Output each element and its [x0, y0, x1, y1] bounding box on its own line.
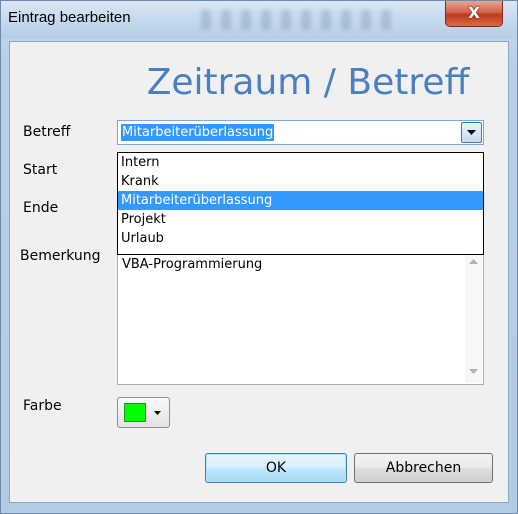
page-title: Zeitraum / Betreff: [146, 62, 470, 103]
window-title: Eintrag bearbeiten: [8, 9, 131, 26]
title-bar-background: [201, 10, 401, 30]
color-swatch: [124, 403, 146, 422]
bemerkung-text: VBA-Programmierung: [122, 257, 263, 272]
chevron-down-icon: [154, 411, 161, 415]
bemerkung-scrollbar[interactable]: [465, 251, 482, 383]
title-bar[interactable]: Eintrag bearbeiten X: [1, 1, 517, 39]
ende-label: Ende: [23, 200, 59, 216]
start-label: Start: [23, 162, 58, 178]
betreff-selected-value: Mitarbeiterüberlassung: [121, 124, 275, 141]
dropdown-option-urlaub[interactable]: Urlaub: [118, 229, 483, 248]
farbe-label: Farbe: [23, 398, 62, 414]
dropdown-option-krank[interactable]: Krank: [118, 172, 483, 191]
bemerkung-textarea[interactable]: VBA-Programmierung: [117, 249, 484, 385]
dropdown-option-projekt[interactable]: Projekt: [118, 210, 483, 229]
chevron-down-icon: [467, 130, 476, 135]
close-icon: X: [468, 4, 480, 22]
betreff-label: Betreff: [23, 124, 71, 140]
dropdown-option-mitarbeiterueberlassung[interactable]: Mitarbeiterüberlassung: [118, 191, 483, 210]
close-button[interactable]: X: [445, 1, 503, 27]
betreff-dropdown-list: Intern Krank Mitarbeiterüberlassung Proj…: [117, 152, 484, 255]
scroll-up-icon[interactable]: [469, 259, 478, 265]
scroll-down-icon[interactable]: [469, 369, 478, 375]
cancel-button[interactable]: Abbrechen: [354, 453, 493, 483]
ok-button[interactable]: OK: [205, 453, 347, 483]
bemerkung-label: Bemerkung: [20, 248, 101, 264]
betreff-dropdown-button[interactable]: [461, 122, 482, 143]
betreff-combobox[interactable]: Mitarbeiterüberlassung: [117, 120, 484, 145]
dropdown-option-intern[interactable]: Intern: [118, 153, 483, 172]
farbe-color-picker[interactable]: [117, 397, 170, 428]
